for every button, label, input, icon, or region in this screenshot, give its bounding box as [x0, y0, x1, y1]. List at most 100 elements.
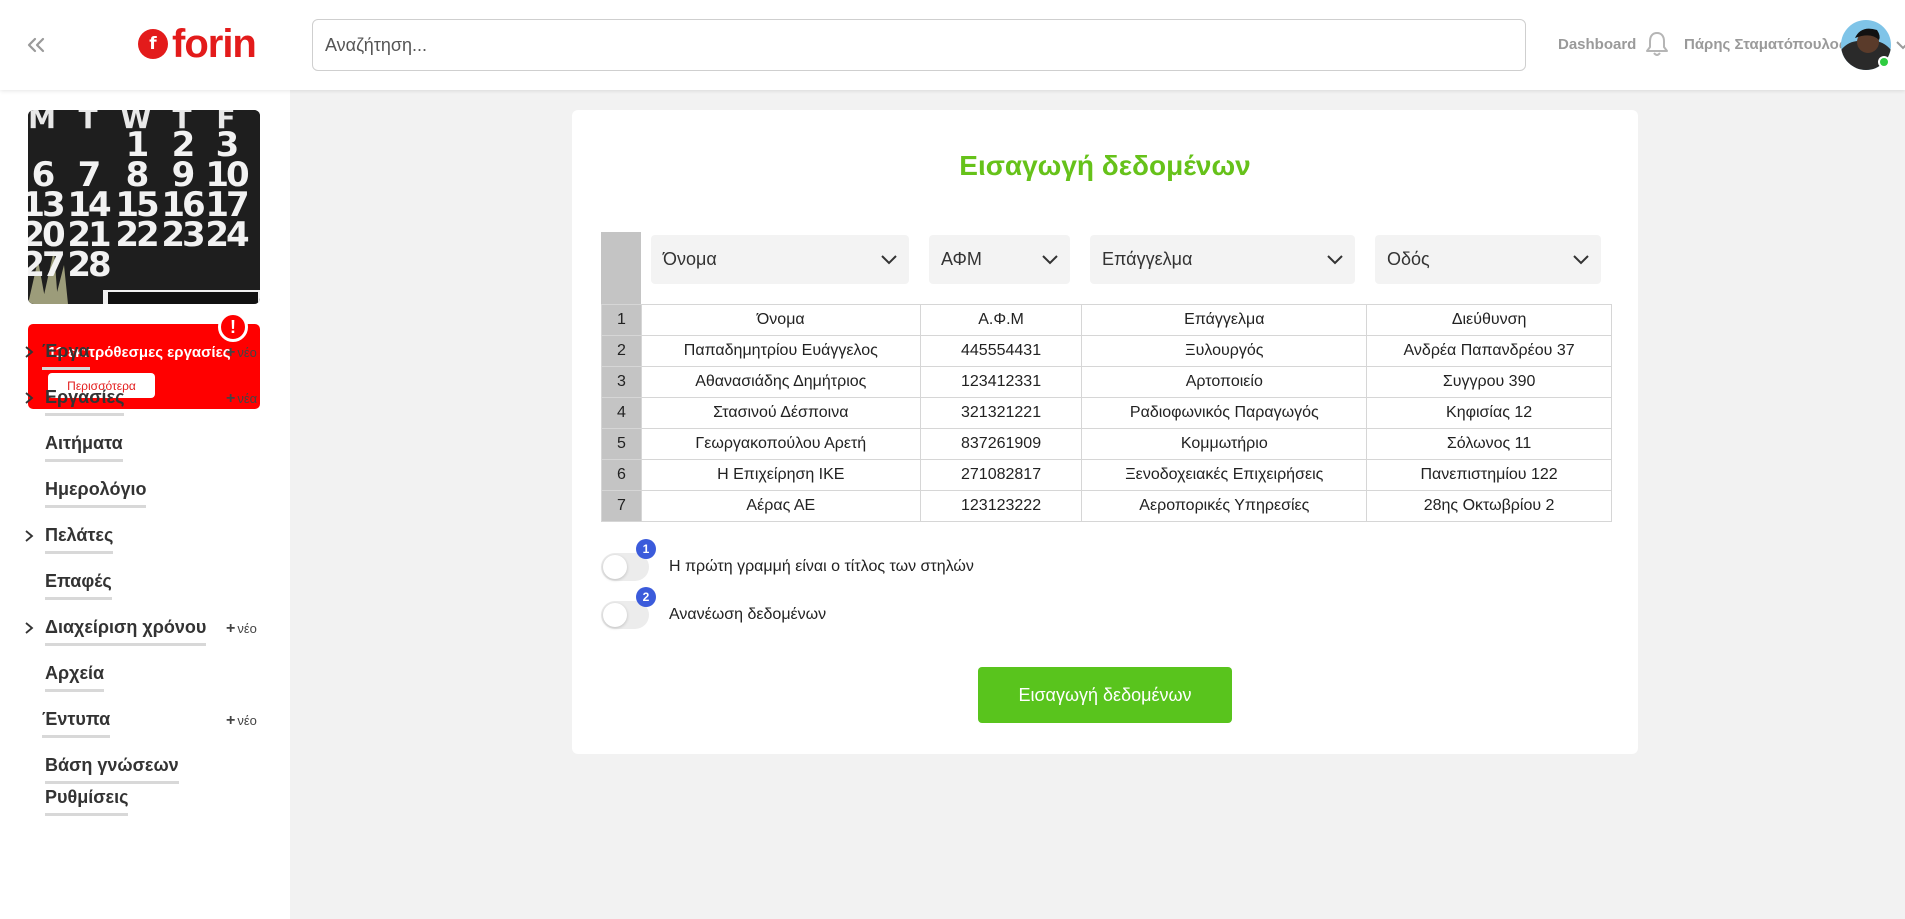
row-number: 7: [601, 490, 642, 522]
sidebar-item[interactable]: Αιτήματα: [0, 427, 290, 467]
chevron-right-icon[interactable]: [24, 391, 36, 405]
row-number: 2: [601, 335, 642, 367]
table-cell[interactable]: Η Επιχείρηση ΙΚΕ: [640, 459, 921, 491]
table-cell[interactable]: Ξενοδοχειακές Επιχειρήσεις: [1081, 459, 1368, 491]
sidebar-item[interactable]: Ημερολόγιο: [0, 473, 290, 513]
table-row: 7 Αέρας ΑΕ 123123222 Αεροπορικές Υπηρεσίες 2…: [601, 490, 1612, 522]
add-new-link[interactable]: + νέα: [226, 390, 257, 408]
table-cell[interactable]: Στασινού Δέσποινα: [640, 397, 921, 429]
calendar-date: 22: [115, 215, 157, 255]
toggle-knob: [603, 555, 627, 579]
chevron-down-icon[interactable]: [1896, 38, 1905, 52]
sidebar-item[interactable]: Έργα + νέο: [0, 335, 290, 375]
chevron-right-icon[interactable]: [24, 621, 36, 635]
table-cell[interactable]: Διεύθυνση: [1366, 304, 1612, 336]
table-cell[interactable]: Επάγγελμα: [1081, 304, 1368, 336]
table-cell[interactable]: Αρτοποιείο: [1081, 366, 1368, 398]
table-row: 1 Όνομα Α.Φ.Μ Επάγγελμα Διεύθυνση: [601, 304, 1612, 336]
table-cell[interactable]: Αέρας ΑΕ: [640, 490, 921, 522]
table-cell[interactable]: Αεροπορικές Υπηρεσίες: [1081, 490, 1368, 522]
add-new-link[interactable]: + νέο: [226, 620, 257, 638]
sidebar-item-label: Αρχεία: [45, 663, 105, 692]
sidebar-item-label: Έντυπα: [42, 709, 111, 738]
row-number: 5: [601, 428, 642, 460]
refresh-data-toggle-label: Ανανέωση δεδομένων: [669, 606, 827, 623]
table-cell[interactable]: 28ης Οκτωβρίου 2: [1366, 490, 1612, 522]
table-cell[interactable]: 837261909: [919, 428, 1083, 460]
table-cell[interactable]: 445554431: [919, 335, 1083, 367]
sidebar-item[interactable]: Αρχεία: [0, 657, 290, 697]
calendar-date: 24: [205, 215, 249, 255]
header-row-toggle[interactable]: 1: [601, 539, 656, 581]
table-cell[interactable]: 271082817: [919, 459, 1083, 491]
sidebar-item-label: Έργα: [42, 341, 90, 370]
table-cell[interactable]: Αθανασιάδης Δημήτριος: [640, 366, 921, 398]
add-new-label: νέο: [237, 345, 257, 360]
sidebar-item-label: Ρυθμίσεις: [45, 787, 129, 816]
plus-icon: +: [226, 620, 236, 637]
import-card: Εισαγωγή δεδομένων Όνομα ΑΦΜ Επάγγελμα Ο…: [572, 110, 1638, 754]
dashboard-link[interactable]: Dashboard: [1558, 36, 1636, 53]
refresh-data-toggle[interactable]: 2: [601, 587, 656, 629]
table-cell[interactable]: Πανεπιστημίου 122: [1366, 459, 1612, 491]
row-number: 1: [601, 304, 642, 336]
table-cell[interactable]: Ανδρέα Παπανδρέου 37: [1366, 335, 1612, 367]
sidebar-item[interactable]: Εργασίες + νέα: [0, 381, 290, 421]
table-cell[interactable]: Α.Φ.Μ: [919, 304, 1083, 336]
table-row: 4 Στασινού Δέσποινα 321321221 Ραδιοφωνικός …: [601, 397, 1612, 429]
table-cell[interactable]: Γεωργακοπούλου Αρετή: [640, 428, 921, 460]
sidebar-item-label: Πελάτες: [45, 525, 114, 554]
table-cell[interactable]: Συγγρου 390: [1366, 366, 1612, 398]
sidebar-item[interactable]: Διαχείριση χρόνου + νέο: [0, 611, 290, 651]
page-title: Εισαγωγή δεδομένων: [959, 150, 1251, 181]
column-select-value: Οδός: [1387, 249, 1430, 269]
table-cell[interactable]: Ξυλουργός: [1081, 335, 1368, 367]
table-row: 2 Παπαδημητρίου Ευάγγελος 445554431 Ξυλουργ…: [601, 335, 1612, 367]
table-cell[interactable]: 123412331: [919, 366, 1083, 398]
chevron-right-icon[interactable]: [24, 529, 36, 543]
logo[interactable]: f forin: [138, 22, 257, 66]
calendar-day-label: T: [78, 110, 97, 135]
table-cell[interactable]: Όνομα: [640, 304, 921, 336]
import-data-button[interactable]: Εισαγωγή δεδομένων: [978, 667, 1232, 723]
table-row: 3 Αθανασιάδης Δημήτριος 123412331 Αρτοποιεί…: [601, 366, 1612, 398]
calendar-day-label: M: [28, 110, 56, 135]
table-cell[interactable]: 321321221: [919, 397, 1083, 429]
sidebar: M T W T F 1 2 3 6 7 8 9 10 13 14 15 16 17 20 21 22 23 24 27 28 1…: [0, 90, 290, 919]
table-cell[interactable]: Κομμωτήριο: [1081, 428, 1368, 460]
sidebar-item[interactable]: Πελάτες: [0, 519, 290, 559]
data-table: 1 Όνομα Α.Φ.Μ Επάγγελμα Διεύθυνση 2 Παπαδημητρ…: [601, 304, 1612, 522]
bell-icon[interactable]: [1645, 30, 1669, 58]
user-name[interactable]: Πάρης Σταματόπουλος: [1684, 36, 1847, 53]
chevron-right-icon[interactable]: [24, 345, 36, 359]
add-new-link[interactable]: + νέο: [226, 344, 257, 362]
table-cell[interactable]: Σόλωνος 11: [1366, 428, 1612, 460]
collapse-sidebar-icon[interactable]: [22, 28, 50, 62]
toggle-knob: [603, 603, 627, 627]
sidebar-item[interactable]: Ρυθμίσεις: [0, 781, 290, 821]
alert-icon: !: [218, 312, 248, 342]
sidebar-item[interactable]: Έντυπα + νέο: [0, 703, 290, 743]
add-new-label: νέο: [237, 621, 257, 636]
table-cell[interactable]: Κηφισίας 12: [1366, 397, 1612, 429]
logo-mark: f: [138, 29, 168, 59]
table-cell[interactable]: Ραδιοφωνικός Παραγωγός: [1081, 397, 1368, 429]
chevron-down-icon: [1327, 254, 1343, 264]
table-cell[interactable]: Παπαδημητρίου Ευάγγελος: [640, 335, 921, 367]
table-row: 6Η Επιχείρηση ΙΚΕ 271082817 Ξενοδοχειακές …: [601, 459, 1612, 491]
search-input[interactable]: [312, 19, 1526, 71]
column-select-1[interactable]: Όνομα: [651, 235, 909, 284]
column-select-3[interactable]: Επάγγελμα: [1090, 235, 1355, 284]
sidebar-item-label: Επαφές: [45, 571, 112, 600]
plus-icon: +: [226, 712, 236, 729]
top-bar: f forin Dashboard Πάρης Σταματόπουλος: [0, 0, 1905, 90]
sidebar-item[interactable]: Επαφές: [0, 565, 290, 605]
column-select-2[interactable]: ΑΦΜ: [929, 235, 1070, 284]
add-new-link[interactable]: + νέο: [226, 712, 257, 730]
calendar-image: M T W T F 1 2 3 6 7 8 9 10 13 14 15 16 17 20 21 22 23 24 27 28: [28, 110, 260, 304]
sidebar-item-label: Διαχείριση χρόνου: [45, 617, 207, 646]
column-select-4[interactable]: Οδός: [1375, 235, 1601, 284]
header-row-toggle-row: 1 Η πρώτη γραμμή είναι ο τίτλος των στηλ…: [601, 539, 974, 582]
row-number: 4: [601, 397, 642, 429]
table-cell[interactable]: 123123222: [919, 490, 1083, 522]
